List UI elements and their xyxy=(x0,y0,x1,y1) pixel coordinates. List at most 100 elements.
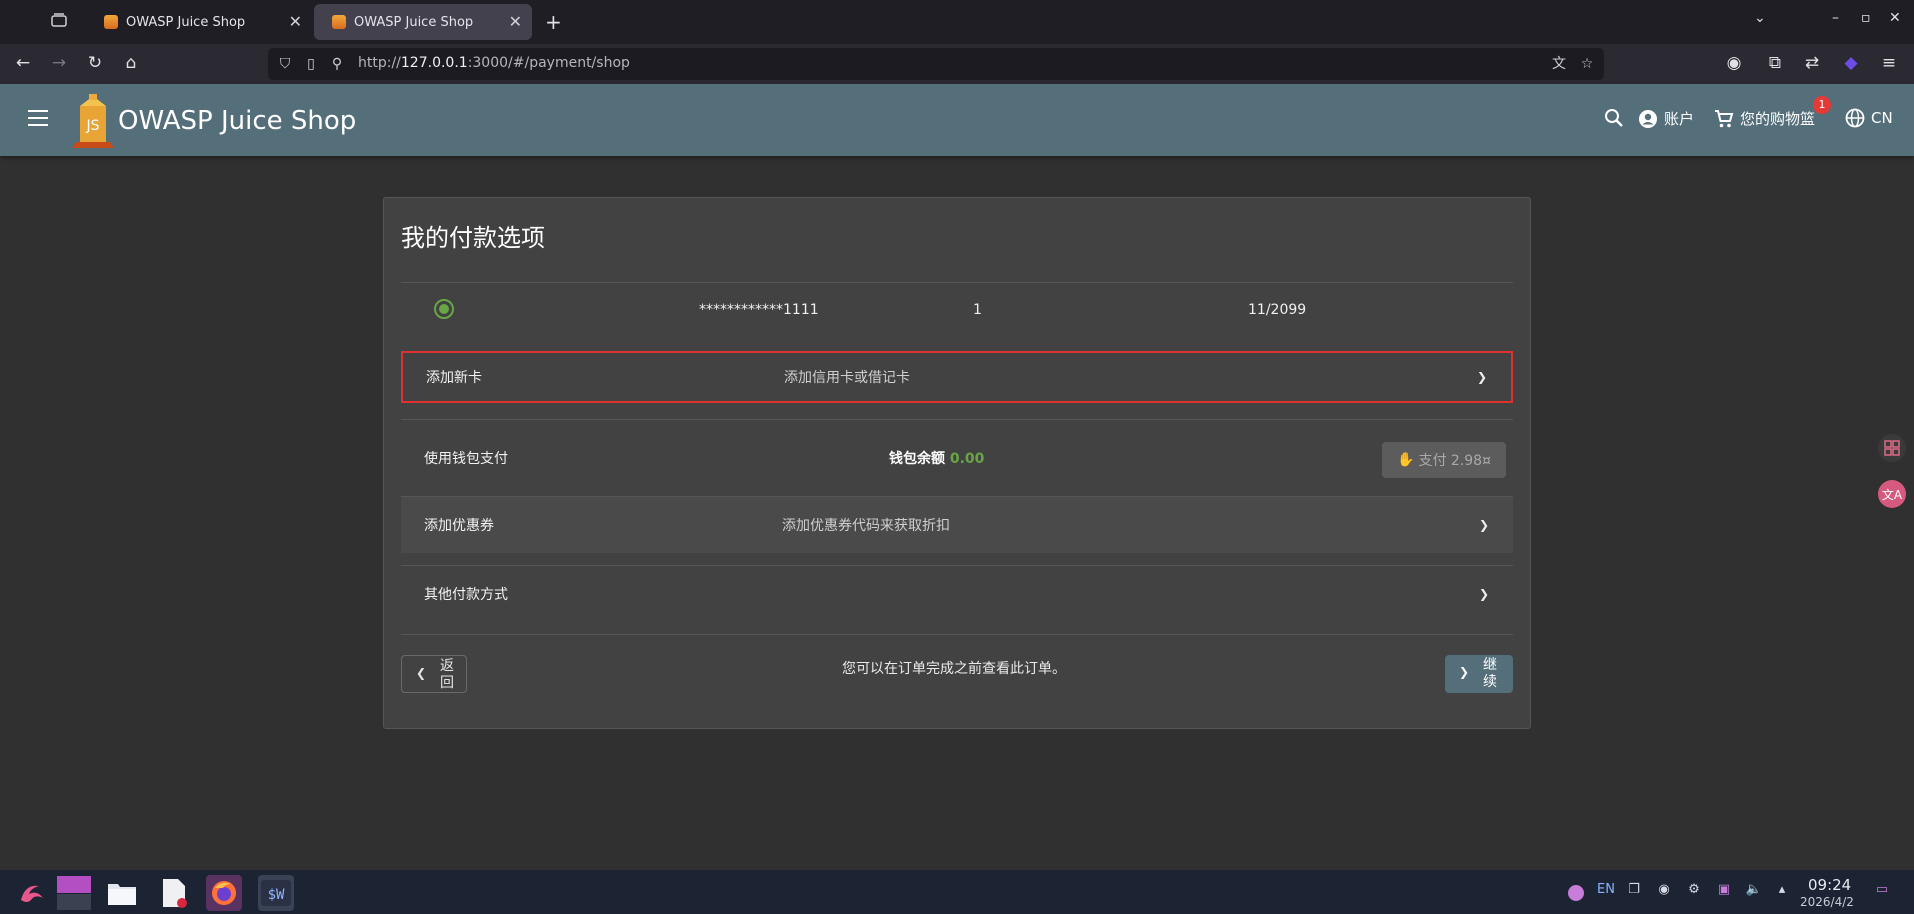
volume-icon[interactable]: 🔈 xyxy=(1744,882,1764,897)
svg-text:JS: JS xyxy=(85,118,99,134)
firefox-icon[interactable] xyxy=(206,875,242,911)
maximize-icon[interactable]: ▫ xyxy=(1861,10,1871,26)
pay-button-label: 支付 2.98¤ xyxy=(1418,453,1491,469)
clipboard-icon[interactable]: ❐ xyxy=(1624,882,1644,897)
minimize-icon[interactable]: – xyxy=(1832,10,1839,26)
tray-expand-icon[interactable]: ▴ xyxy=(1772,882,1792,897)
new-tab-icon[interactable]: + xyxy=(545,10,562,34)
card-holder-name: 1 xyxy=(973,302,982,318)
other-payment-panel[interactable]: 其他付款方式 ❯ xyxy=(401,566,1513,622)
os-taskbar: $W EN ❐ ◉ ⚙ ▣ 🔈 ▴ 09:24 2026/4/2 ▭ xyxy=(0,870,1914,914)
account-label: 账户 xyxy=(1664,110,1695,128)
card-expiry: 11/2099 xyxy=(1248,302,1307,318)
file-manager-icon[interactable] xyxy=(104,875,140,911)
continue-button[interactable]: ❯ 继续 xyxy=(1445,655,1513,693)
panel-title: 使用钱包支付 xyxy=(424,451,508,467)
wallet-balance: 钱包余额 0.00 xyxy=(889,451,985,467)
review-note: 您可以在订单完成之前查看此订单。 xyxy=(842,661,1066,677)
permissions-icon[interactable]: ⚲ xyxy=(328,54,346,74)
side-widget-grid-icon[interactable] xyxy=(1878,434,1906,462)
reload-icon[interactable]: ↻ xyxy=(84,52,106,74)
shield-icon[interactable]: ⛉ xyxy=(276,54,294,74)
side-widget-translate-icon[interactable]: 文A xyxy=(1878,480,1906,508)
home-icon[interactable]: ⌂ xyxy=(120,52,142,74)
tab-title: OWASP Juice Shop xyxy=(126,14,246,30)
extensions-icon[interactable]: ⧉ xyxy=(1764,52,1786,74)
divider xyxy=(401,634,1513,635)
chevron-left-icon: ❮ xyxy=(416,666,427,680)
workspace-switcher-icon[interactable] xyxy=(56,875,92,911)
juice-shop-favicon xyxy=(332,15,346,29)
payment-hand-icon: ✋ xyxy=(1397,452,1415,468)
translate-extension-icon[interactable]: ⇄ xyxy=(1801,52,1823,74)
divider xyxy=(401,282,1513,283)
chevron-right-icon: ❯ xyxy=(1459,665,1470,679)
browser-nav-bar: ← → ↻ ⌂ ⛉ ▯ ⚲ http://127.0.0.1:3000/#/pa… xyxy=(0,44,1914,84)
search-icon xyxy=(1605,109,1623,127)
translate-icon[interactable]: 文 xyxy=(1550,54,1568,74)
sidenav-menu-icon[interactable] xyxy=(28,110,48,126)
basket-count-badge: 1 xyxy=(1813,96,1831,114)
svg-text:$W: $W xyxy=(268,887,285,903)
juice-shop-logo-icon[interactable]: JS xyxy=(70,94,116,148)
settings-gear-icon[interactable]: ⚙ xyxy=(1684,882,1704,897)
basket-label: 您的购物篮 xyxy=(1740,110,1816,128)
browser-tab-2[interactable]: OWASP Juice Shop ✕ xyxy=(314,4,532,40)
vpn-extension-icon[interactable]: ◆ xyxy=(1840,52,1862,74)
close-window-icon[interactable]: ✕ xyxy=(1889,10,1901,26)
back-button[interactable]: ❮ 返回 xyxy=(401,655,467,693)
wallet-balance-value: 0.00 xyxy=(949,451,985,467)
payment-options-card: 我的付款选项 ************1111 1 11/2099 添加新卡 添… xyxy=(383,197,1531,729)
app-title[interactable]: OWASP Juice Shop xyxy=(118,106,356,136)
search-button[interactable] xyxy=(1604,108,1630,128)
add-coupon-panel[interactable]: 添加优惠券 添加优惠券代码来获取折扣 ❯ xyxy=(401,497,1513,553)
chevron-down-icon: ❯ xyxy=(1478,518,1489,532)
saved-card-radio[interactable] xyxy=(434,299,454,319)
wallet-payment-panel: 使用钱包支付 钱包余额 0.00 ✋ 支付 2.98¤ xyxy=(401,420,1513,496)
panel-title: 其他付款方式 xyxy=(424,587,508,603)
back-arrow-icon[interactable]: ← xyxy=(12,52,34,74)
close-tab-icon[interactable]: ✕ xyxy=(509,12,522,31)
browser-tab-1[interactable]: OWASP Juice Shop ✕ xyxy=(86,4,312,40)
url-bar[interactable]: ⛉ ▯ ⚲ http://127.0.0.1:3000/#/payment/sh… xyxy=(268,48,1604,80)
continue-button-label: 继续 xyxy=(1483,657,1497,690)
basket-button[interactable]: 您的购物篮 xyxy=(1714,108,1815,129)
forward-arrow-icon[interactable]: → xyxy=(48,52,70,74)
pay-with-wallet-button[interactable]: ✋ 支付 2.98¤ xyxy=(1382,442,1506,478)
svg-text:文A: 文A xyxy=(1882,487,1903,502)
show-desktop-icon[interactable]: ▭ xyxy=(1872,882,1892,897)
shopping-cart-icon xyxy=(1715,109,1734,127)
tab-overview-icon[interactable] xyxy=(48,12,70,32)
account-circle-icon[interactable]: ◉ xyxy=(1723,52,1745,74)
text-editor-icon[interactable] xyxy=(156,875,192,911)
app-toolbar: JS OWASP Juice Shop 账户 您的购物篮 CN xyxy=(0,84,1914,156)
network-icon[interactable]: ▣ xyxy=(1714,882,1734,897)
chevron-down-icon: ❯ xyxy=(1478,587,1489,601)
juice-shop-favicon xyxy=(104,15,118,29)
panel-title: 添加优惠券 xyxy=(424,518,494,534)
language-button[interactable]: CN xyxy=(1845,108,1893,128)
cat-tray-icon[interactable] xyxy=(1566,882,1586,906)
account-button[interactable]: 账户 xyxy=(1638,108,1694,129)
clock-time[interactable]: 09:24 xyxy=(1808,876,1851,894)
record-icon[interactable]: ◉ xyxy=(1654,882,1674,897)
account-circle-icon xyxy=(1639,109,1657,128)
tab-list-chevron-icon[interactable]: ⌄ xyxy=(1754,10,1766,26)
menu-icon[interactable]: ≡ xyxy=(1878,52,1900,74)
tab-title: OWASP Juice Shop xyxy=(354,14,474,30)
panel-title: 添加新卡 xyxy=(426,370,482,386)
keyboard-layout-indicator[interactable]: EN xyxy=(1596,882,1616,897)
add-new-card-panel[interactable]: 添加新卡 添加信用卡或借记卡 ❯ xyxy=(401,351,1513,403)
panel-description: 添加优惠券代码来获取折扣 xyxy=(782,518,950,534)
back-button-label: 返回 xyxy=(440,658,454,691)
card-number: ************1111 xyxy=(699,302,819,318)
bookmark-star-icon[interactable]: ☆ xyxy=(1578,54,1596,74)
page-icon[interactable]: ▯ xyxy=(302,54,320,74)
kali-menu-icon[interactable] xyxy=(14,875,50,911)
chevron-down-icon: ❯ xyxy=(1476,370,1487,384)
url-text[interactable]: http://127.0.0.1:3000/#/payment/shop xyxy=(358,55,630,71)
browser-tab-bar: OWASP Juice Shop ✕ OWASP Juice Shop ✕ + … xyxy=(0,0,1914,44)
close-tab-icon[interactable]: ✕ xyxy=(289,12,302,31)
terminal-icon[interactable]: $W xyxy=(258,875,294,911)
clock-date[interactable]: 2026/4/2 xyxy=(1800,895,1854,909)
